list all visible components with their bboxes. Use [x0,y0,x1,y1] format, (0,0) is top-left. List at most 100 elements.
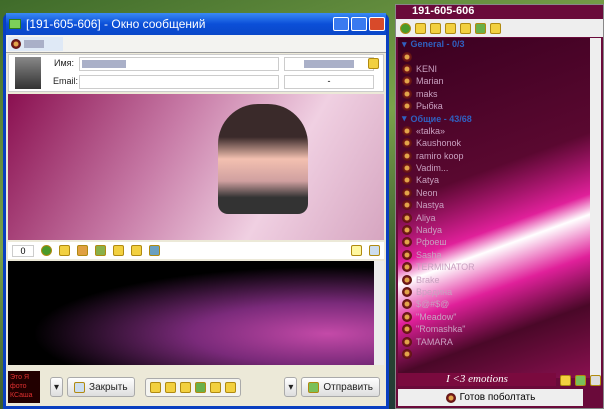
contact-list-scrollbar[interactable] [590,38,601,378]
status-icon [402,163,412,174]
history-icon[interactable] [131,245,142,256]
file-icon[interactable] [164,381,176,393]
contact-name: «talka» [416,125,446,136]
window-title: [191-605-606] - Окно сообщений [26,17,206,31]
contact-item[interactable]: Vadim... [398,162,591,174]
contact-item[interactable]: Nadya [398,224,591,236]
contact-item[interactable]: $@#$@ [398,298,591,310]
contact-item[interactable]: Вредина [398,286,591,298]
menu-icon[interactable] [415,22,426,34]
status-icon [402,237,412,248]
contact-name: TERMINATOR [416,262,475,273]
note-icon[interactable] [351,245,362,256]
info-icon[interactable] [490,22,501,34]
send-file-icon[interactable] [179,381,191,393]
smiley-icon[interactable] [41,245,52,256]
send-button[interactable]: Отправить [301,377,380,397]
n-icon[interactable] [224,381,236,393]
status-icon [402,287,412,297]
contact-name: Brake [416,274,440,285]
status-icon [402,336,412,347]
auth-icon[interactable] [209,381,221,393]
contact-name: Рыбка [416,101,443,112]
contact-item[interactable]: Brake [398,273,591,285]
history-icon[interactable] [460,22,471,34]
contact-item[interactable]: Pфоеш [398,236,591,248]
message-input[interactable] [8,261,384,365]
info-icon[interactable] [368,58,379,69]
action-group [144,377,241,397]
contact-item[interactable] [398,50,591,62]
contact-name: Pфоеш [416,237,447,248]
contact-item[interactable]: "Meadow" [398,311,591,323]
close-window-button[interactable] [369,17,385,31]
font-icon[interactable] [59,245,70,256]
contact-item[interactable]: Рыбка [398,100,591,112]
contact-item[interactable]: Aliya [398,211,591,223]
contact-name: "Meadow" [416,311,457,322]
flower-status-icon [11,39,21,49]
status-message[interactable]: I <3 emotions [398,373,556,386]
contact-item[interactable]: Nastya [398,199,591,211]
help-icon[interactable] [590,375,601,386]
contact-tab[interactable] [8,37,63,51]
group-name: General - 0/3 [410,39,465,50]
contact-name: Nastya [416,200,445,211]
contact-list: ▾ General - 0/3 KENI Marian maks Рыбка ▾ Общие … [398,38,591,378]
contact-item[interactable]: Sasha [398,249,591,261]
contact-list-window: 191-605-606 ▾ General - 0/3 KENI Marian maks… [395,4,604,409]
group-header[interactable]: ▾ General - 0/3 [398,38,591,50]
user-icon[interactable] [445,22,456,34]
add-user-icon[interactable] [575,375,586,386]
contact-item[interactable]: Neon [398,187,591,199]
contact-item[interactable]: TAMARA [398,335,591,347]
minimize-button[interactable] [333,17,349,31]
contact-item[interactable]: TERMINATOR [398,261,591,273]
contact-item[interactable]: Katya [398,174,591,186]
contact-list-title: 191-605-606 [396,5,603,19]
status-icon [402,249,412,260]
contact-name: "Romashka" [416,324,466,335]
contact-name: Вредина [416,287,453,297]
status-selector[interactable]: Готов поболтать [398,389,583,406]
contact-item[interactable]: «talka» [398,125,591,137]
settings-icon[interactable] [475,22,486,34]
search-icon[interactable] [149,245,160,256]
contact-item[interactable]: Marian [398,75,591,87]
clear-icon[interactable] [369,245,380,256]
save-icon[interactable] [95,245,106,256]
input-scrollbar[interactable] [374,261,384,365]
status-icon [402,262,412,273]
expand-icon: ▾ [402,113,407,124]
search-user-icon[interactable] [560,375,571,386]
status-icon [402,187,412,198]
transfer-icon[interactable] [194,381,206,393]
contact-item[interactable]: maks [398,88,591,100]
contact-item[interactable]: Kaushonok [398,137,591,149]
status-icon [402,101,412,112]
title-bar: [191-605-606] - Окно сообщений [6,13,386,35]
status-icon [402,311,412,322]
status-icon [402,225,412,236]
status-icon[interactable] [400,22,411,34]
name-field[interactable] [79,57,279,71]
contact-item[interactable]: ramiro koop [398,150,591,162]
status-icon [402,299,412,310]
contact-item[interactable]: "Romashka" [398,323,591,335]
color-icon[interactable] [77,245,88,256]
contact-item[interactable]: KENI [398,63,591,75]
contact-item[interactable] [398,348,591,360]
status-icon [402,138,412,149]
group-name: Общие - 43/68 [410,113,472,124]
folder-icon[interactable] [113,245,124,256]
close-button[interactable]: Закрыть [67,377,135,397]
maximize-button[interactable] [351,17,367,31]
contact-list-title-text: 191-605-606 [412,5,475,17]
contacts-icon[interactable] [149,381,161,393]
contact-avatar [15,57,41,89]
group-header[interactable]: ▾ Общие - 43/68 [398,112,591,124]
email-field[interactable] [79,75,279,89]
sound-icon[interactable] [430,22,441,34]
send-dropdown[interactable]: ▾ [284,377,298,397]
close-dropdown[interactable]: ▾ [50,377,64,397]
